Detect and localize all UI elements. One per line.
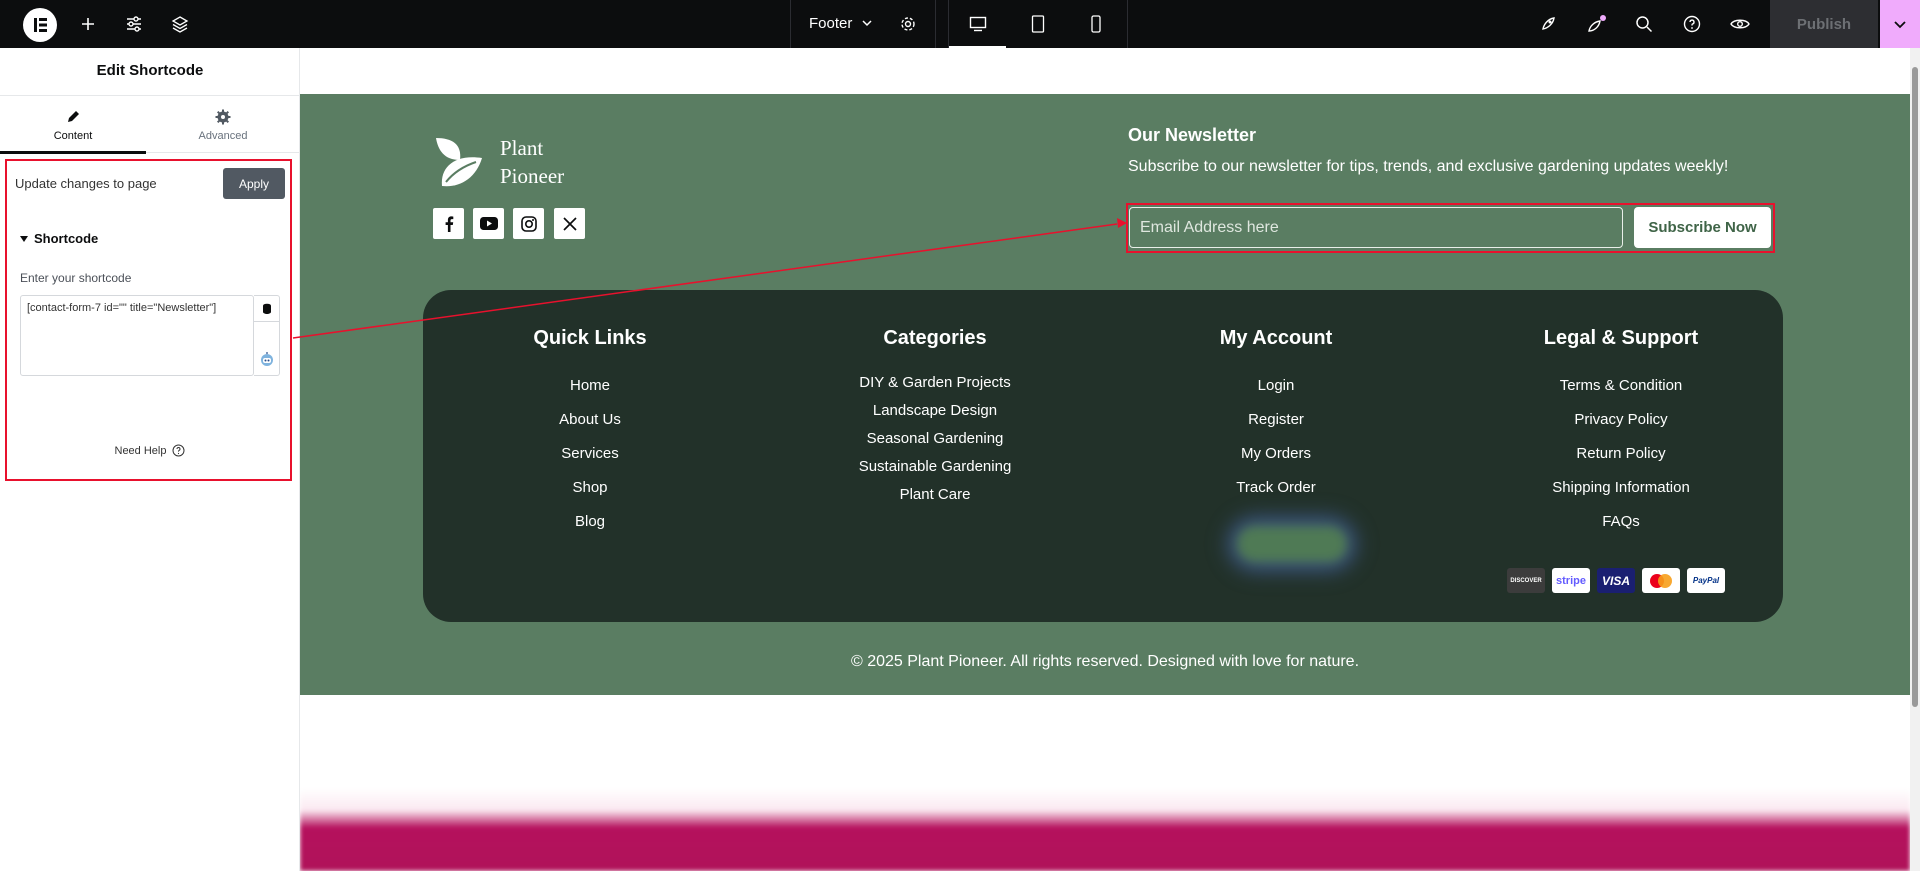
footer-link[interactable]: Track Order <box>1126 479 1426 496</box>
stripe-icon: stripe <box>1552 568 1590 593</box>
gear-icon <box>215 109 231 125</box>
footer-link[interactable]: Register <box>1126 411 1426 428</box>
publish-options-button[interactable] <box>1880 0 1920 48</box>
shortcode-input[interactable]: [contact-form-7 id="" title="Newsletter"… <box>20 295 254 376</box>
tab-content[interactable]: Content <box>0 96 146 154</box>
column-title: Categories <box>883 327 987 349</box>
editor-topbar: Footer Publish <box>0 0 1920 48</box>
shortcode-field-label: Enter your shortcode <box>20 271 132 285</box>
shortcode-section-toggle[interactable]: Shortcode <box>20 231 98 246</box>
chevron-down-icon <box>861 17 873 29</box>
panel-title: Edit Shortcode <box>96 62 204 79</box>
launchpad-rocket-icon[interactable] <box>1536 0 1560 48</box>
tablet-view-icon[interactable] <box>1009 0 1066 48</box>
structure-layers-icon[interactable] <box>168 0 192 48</box>
column-title: Quick Links <box>533 327 647 349</box>
notification-dot <box>1600 15 1606 21</box>
tab-advanced[interactable]: Advanced <box>150 96 296 154</box>
document-selector[interactable]: Footer <box>790 0 936 48</box>
apply-button[interactable]: Apply <box>223 168 285 199</box>
mobile-view-icon[interactable] <box>1067 0 1124 48</box>
footer-link[interactable]: Home <box>440 377 740 394</box>
site-footer: Plant Pioneer Our Newsletter Subscribe t… <box>300 94 1910 695</box>
discover-card-icon: DISCOVER <box>1507 568 1545 593</box>
mastercard-icon <box>1642 568 1680 593</box>
footer-link[interactable]: DIY & Garden Projects <box>785 374 1085 391</box>
email-field[interactable] <box>1129 207 1623 248</box>
footer-link[interactable]: Return Policy <box>1471 445 1771 462</box>
footer-link[interactable]: Seasonal Gardening <box>785 430 1085 447</box>
dynamic-tags-icon[interactable] <box>254 296 279 322</box>
pencil-icon <box>65 109 81 125</box>
instagram-icon[interactable] <box>513 208 544 239</box>
subscribe-button[interactable]: Subscribe Now <box>1634 207 1771 248</box>
footer-link[interactable]: Plant Care <box>785 486 1085 503</box>
need-help-link[interactable]: Need Help <box>0 444 300 457</box>
canvas-scrollbar-thumb[interactable] <box>1912 67 1918 707</box>
panel-tabs: Content Advanced <box>0 95 300 154</box>
tab-content-label: Content <box>53 130 93 142</box>
blurred-button <box>1237 526 1347 562</box>
publish-button[interactable]: Publish <box>1770 0 1878 48</box>
column-title: My Account <box>1219 327 1333 349</box>
youtube-icon[interactable] <box>473 208 504 239</box>
footer-link[interactable]: Sustainable Gardening <box>785 458 1085 475</box>
footer-link[interactable]: Landscape Design <box>785 402 1085 419</box>
footer-links-card: Quick Links Home About Us Services Shop … <box>423 290 1783 622</box>
preview-eye-icon[interactable] <box>1728 0 1752 48</box>
column-title: Legal & Support <box>1543 327 1699 349</box>
site-settings-icon[interactable] <box>122 0 146 48</box>
footer-link[interactable]: My Orders <box>1126 445 1426 462</box>
search-icon[interactable] <box>1632 0 1656 48</box>
help-icon[interactable] <box>1680 0 1704 48</box>
chevron-down-icon <box>1894 21 1906 29</box>
footer-link[interactable]: Blog <box>440 513 740 530</box>
footer-link[interactable]: Login <box>1126 377 1426 394</box>
document-name: Footer <box>809 15 853 32</box>
footer-link[interactable]: Privacy Policy <box>1471 411 1771 428</box>
ai-assistant-icon[interactable] <box>259 351 275 367</box>
footer-link[interactable]: Shipping Information <box>1471 479 1771 496</box>
document-settings-icon[interactable] <box>899 15 917 33</box>
visa-icon: VISA <box>1597 568 1635 593</box>
preview-canvas: Plant Pioneer Our Newsletter Subscribe t… <box>300 48 1920 871</box>
device-switcher <box>948 0 1128 48</box>
footer-link[interactable]: Services <box>440 445 740 462</box>
brand-name-line2: Pioneer <box>500 164 565 188</box>
add-element-icon[interactable] <box>76 0 100 48</box>
paypal-icon: PayPal <box>1687 568 1725 593</box>
copyright-text: © 2025 Plant Pioneer. All rights reserve… <box>850 653 1360 670</box>
whats-new-icon[interactable] <box>1585 0 1609 48</box>
x-icon[interactable] <box>554 208 585 239</box>
facebook-icon[interactable] <box>433 208 464 239</box>
help-circle-icon <box>172 444 185 457</box>
shortcode-section-title: Shortcode <box>34 231 99 246</box>
update-changes-label: Update changes to page <box>15 176 157 191</box>
newsletter-title: Our Newsletter <box>1128 125 1257 145</box>
need-help-label: Need Help <box>114 444 167 457</box>
brand-name-line1: Plant <box>500 136 544 160</box>
desktop-view-icon[interactable] <box>949 0 1006 48</box>
footer-link[interactable]: FAQs <box>1471 513 1771 530</box>
newsletter-description: Subscribe to our newsletter for tips, tr… <box>1128 158 1729 175</box>
footer-link[interactable]: Shop <box>440 479 740 496</box>
blurred-next-section <box>300 728 1910 871</box>
elementor-logo-icon[interactable] <box>23 8 57 42</box>
brand-logo[interactable]: Plant Pioneer <box>432 134 564 190</box>
footer-link[interactable]: About Us <box>440 411 740 428</box>
shortcode-field-tools <box>254 295 280 376</box>
tab-advanced-label: Advanced <box>198 130 248 142</box>
caret-down-icon <box>20 235 28 242</box>
footer-link[interactable]: Terms & Condition <box>1471 377 1771 394</box>
leaf-logo-icon <box>436 138 482 187</box>
